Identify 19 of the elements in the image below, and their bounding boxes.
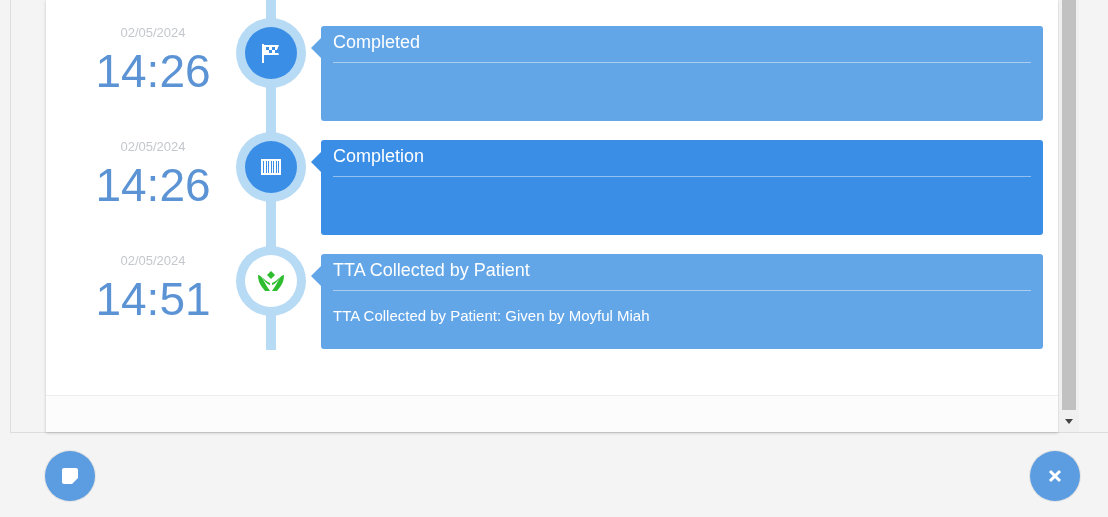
event-time: 14:51	[94, 272, 212, 326]
event-title: TTA Collected by Patient	[333, 260, 530, 281]
checkered-flag-icon	[260, 42, 282, 64]
scroll-down-icon[interactable]	[1065, 418, 1073, 424]
event-time: 14:26	[94, 158, 212, 212]
event-detail: TTA Collected by Patient: Given by Moyful Miah	[333, 307, 650, 324]
event-date: 02/05/2024	[119, 139, 187, 154]
hands-holding-icon	[257, 269, 285, 293]
close-button[interactable]	[1030, 451, 1080, 501]
close-icon	[1047, 468, 1063, 484]
note-icon	[59, 465, 81, 487]
event-date: 02/05/2024	[119, 25, 187, 40]
event-date: 02/05/2024	[119, 253, 187, 268]
event-title: Completed	[333, 32, 421, 53]
scrollbar[interactable]	[1059, 0, 1079, 432]
event-time: 14:26	[94, 44, 212, 98]
note-button[interactable]	[45, 451, 95, 501]
event-title: Completion	[333, 146, 425, 167]
barcode-icon	[261, 159, 281, 175]
